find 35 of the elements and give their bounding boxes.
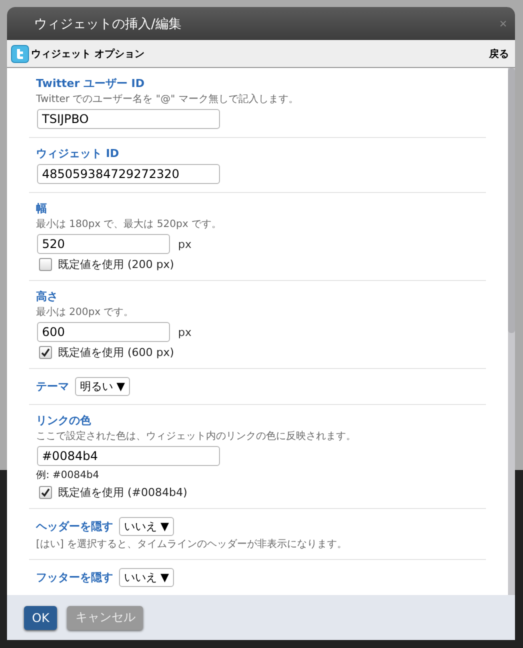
field-label: フッターを隠す — [36, 570, 113, 585]
dialog-title: ウィジェットの挿入/編集 — [34, 16, 182, 32]
checkbox[interactable] — [39, 346, 52, 359]
field-label: ヘッダーを隠す — [36, 519, 113, 534]
field-label: ウィジェット ID — [36, 146, 120, 161]
ok-button[interactable]: OK — [24, 606, 58, 630]
input-field[interactable]: #0084b4 — [37, 446, 220, 466]
back-link[interactable]: 戻る — [489, 46, 509, 60]
unit-label: px — [178, 326, 192, 338]
dropdown[interactable]: いいえ ▼ — [119, 517, 174, 536]
field-label: Twitter ユーザー ID — [36, 76, 146, 91]
field-hint: Twitter でのユーザー名を "@" マーク無しで記入します。 — [36, 92, 300, 106]
field-hint: 最小は 200px です。 — [36, 306, 135, 319]
scrollbar[interactable] — [508, 68, 515, 595]
checkbox[interactable] — [39, 486, 52, 499]
field-label: 幅 — [36, 201, 48, 216]
input-field[interactable]: 485059384729272320 — [37, 164, 220, 184]
input-field[interactable]: TSIJPBO — [37, 109, 220, 129]
unit-label: px — [178, 238, 192, 250]
dropdown[interactable]: いいえ ▼ — [119, 568, 174, 587]
field-label: テーマ — [36, 379, 69, 394]
checkbox[interactable] — [39, 258, 52, 271]
example-text: 例: #0084b4 — [36, 469, 100, 482]
dropdown[interactable]: 明るい ▼ — [75, 377, 130, 396]
field-label: 高さ — [36, 289, 59, 304]
checkbox-label: 既定値を使用 (200 px) — [58, 257, 174, 272]
checkbox-label: 既定値を使用 (600 px) — [58, 345, 174, 360]
input-field[interactable]: 600 — [37, 322, 170, 342]
input-field[interactable]: 520 — [37, 234, 170, 254]
field-hint: [はい] を選択すると、タイムラインのヘッダーが非表示になります。 — [36, 538, 348, 551]
field-hint: ここで設定された色は、ウィジェット内のリンクの色に反映されます。 — [36, 430, 357, 443]
field-label: リンクの色 — [36, 413, 92, 428]
section-title: ウィジェット オプション — [31, 47, 146, 60]
checkbox-label: 既定値を使用 (#0084b4) — [58, 485, 188, 500]
field-hint: 最小は 180px で、最大は 520px です。 — [36, 218, 222, 231]
